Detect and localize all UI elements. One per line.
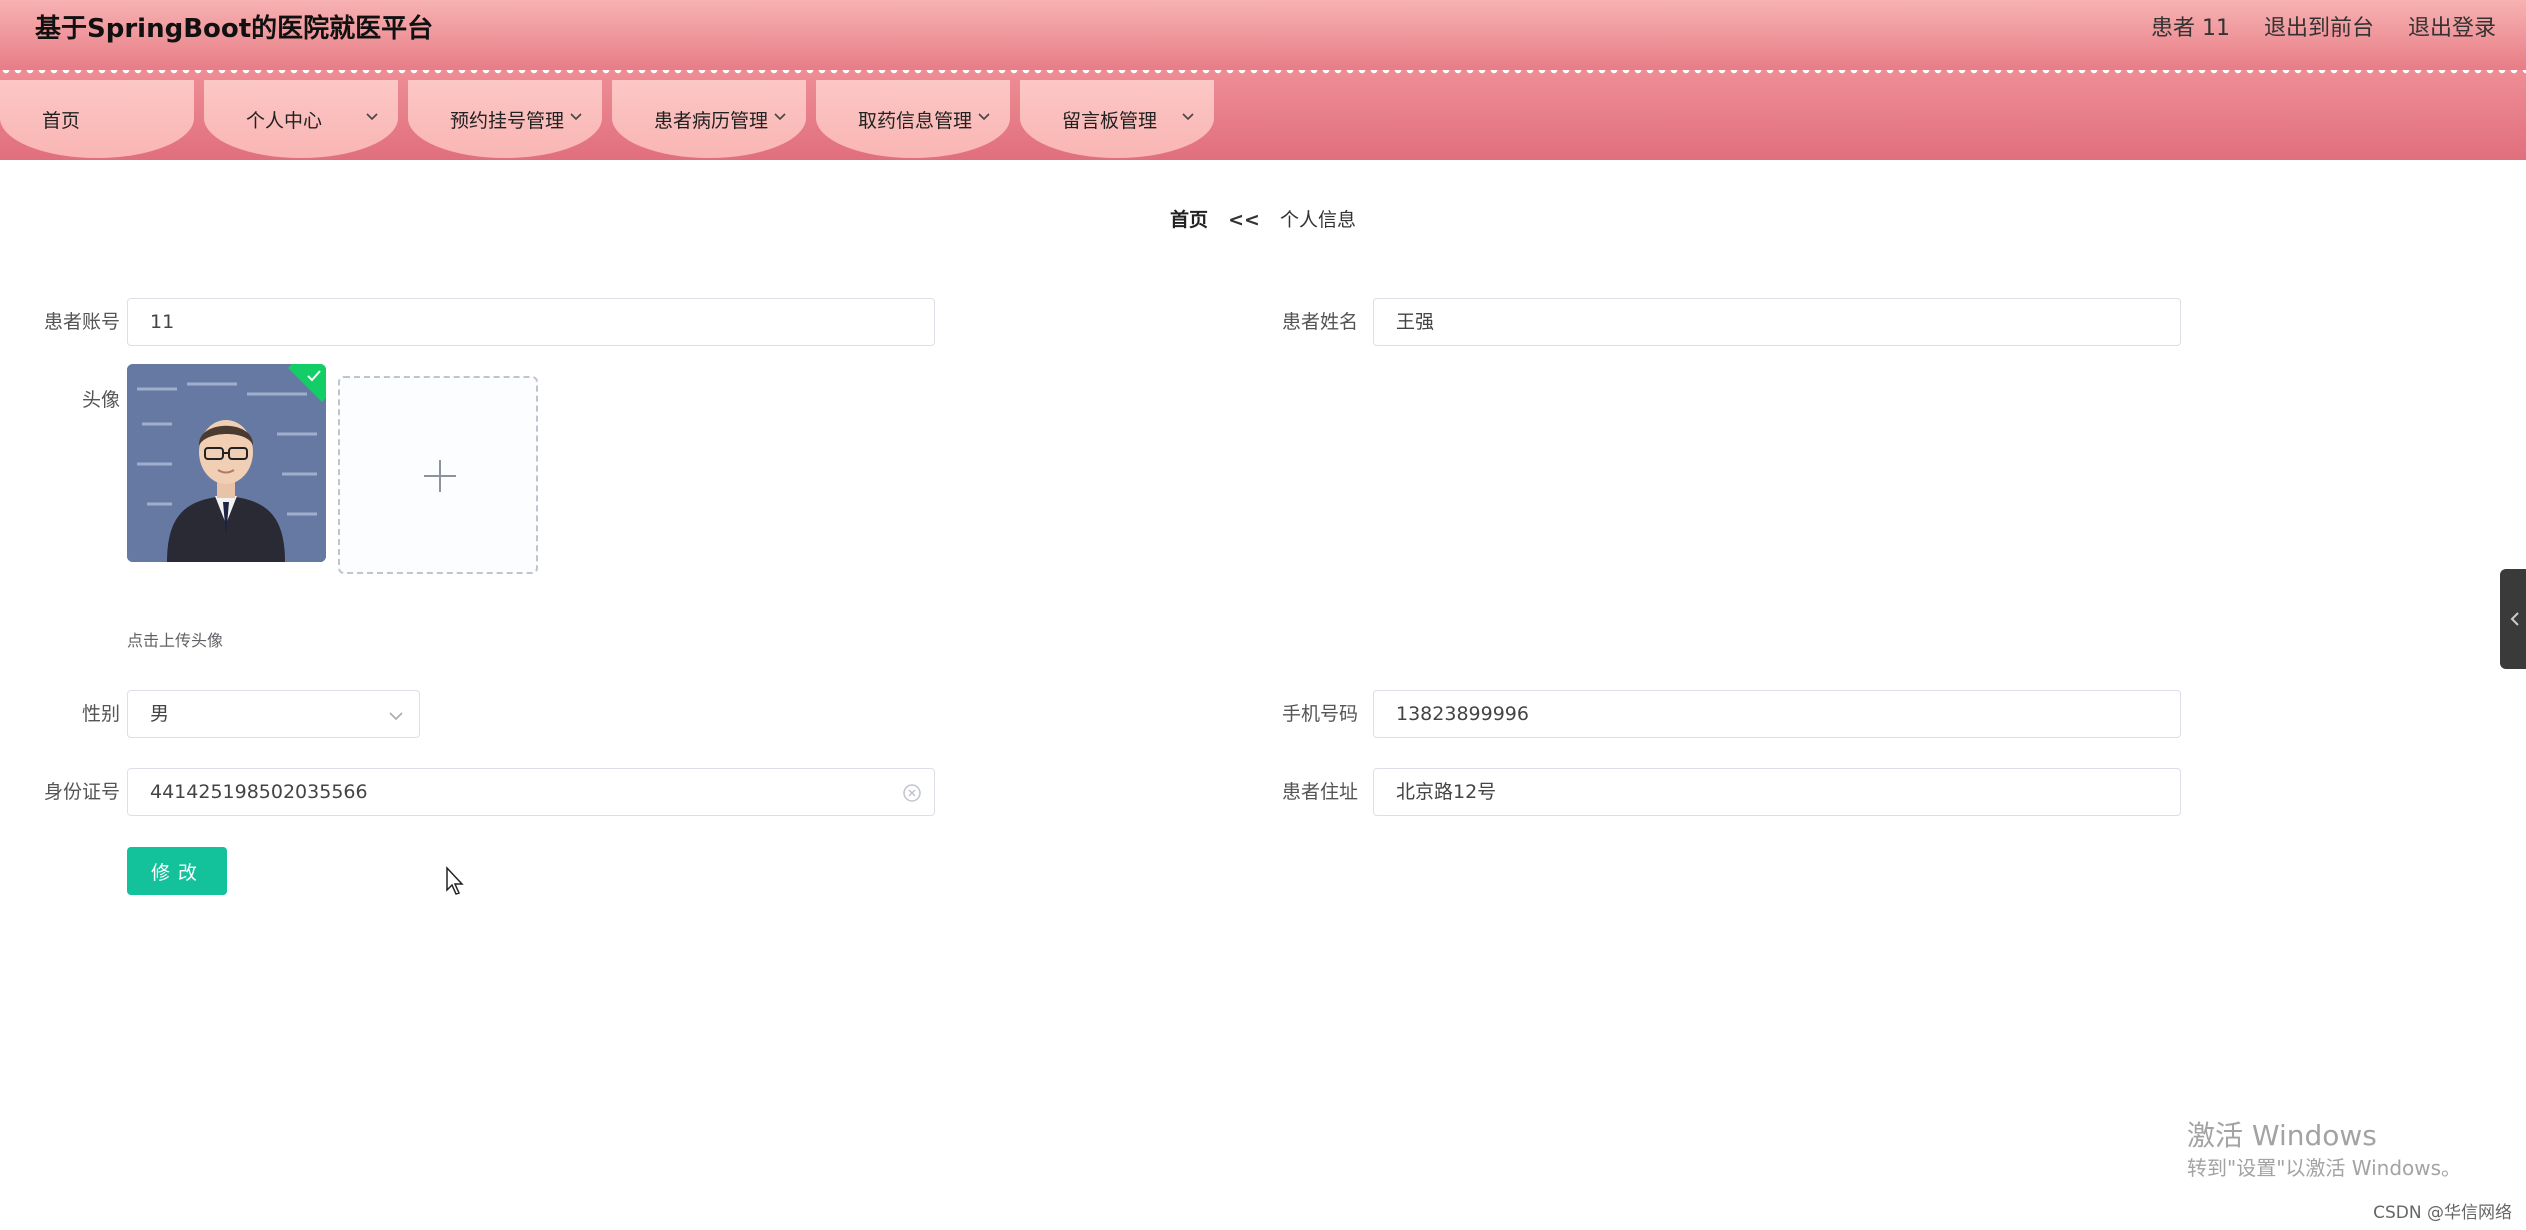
account-label: 患者账号 [43,311,120,333]
watermark-title: 激活 Windows [2187,1119,2377,1152]
id-label: 身份证号 [43,781,120,803]
name-input[interactable]: 王强 [1373,298,2181,346]
windows-activation-watermark: 激活 Windows 转到"设置"以激活 Windows。 [2187,1118,2461,1182]
nav-item-label: 个人中心 [246,109,323,132]
watermark-subtitle: 转到"设置"以激活 Windows。 [2187,1156,2462,1180]
id-input[interactable]: 441425198502035566 [127,768,935,816]
address-input[interactable]: 北京路12号 [1373,768,2181,816]
id-value: 441425198502035566 [150,781,368,803]
nav-item-label: 取药信息管理 [858,109,973,132]
top-header: 基于SpringBoot的医院就医平台 患者 11 退出到前台 退出登录 [0,0,2526,72]
phone-input[interactable]: 13823899996 [1373,690,2181,738]
chevron-down-icon [1182,113,1194,121]
nav-item-medicine[interactable]: 取药信息管理 [816,80,1010,158]
avatar-illustration [127,364,326,562]
nav-items: 首页 个人中心 预约挂号管理 患者病历管理 取药信息管理 留言板管理 [0,80,1214,158]
nav-item-label: 患者病历管理 [654,109,769,132]
name-label: 患者姓名 [1281,311,1358,333]
nav-scallop-border [0,70,2526,80]
breadcrumb-current: 个人信息 [1279,209,1356,231]
main-nav: 首页 个人中心 预约挂号管理 患者病历管理 取药信息管理 留言板管理 [0,70,2526,160]
account-value: 11 [150,311,175,333]
nav-item-medical-records[interactable]: 患者病历管理 [612,80,806,158]
nav-item-label: 预约挂号管理 [450,109,565,132]
nav-item-personal-center[interactable]: 个人中心 [204,80,398,158]
name-value: 王强 [1396,311,1435,333]
submit-button[interactable]: 修改 [127,847,227,895]
back-to-front-link[interactable]: 退出到前台 [2264,14,2374,44]
chevron-down-icon [389,712,403,721]
chevron-down-icon [774,113,786,121]
avatar-upload-button[interactable] [338,376,538,574]
avatar-label: 头像 [81,389,120,411]
nav-item-appointment[interactable]: 预约挂号管理 [408,80,602,158]
gender-select[interactable]: 男 [127,690,420,738]
site-title: 基于SpringBoot的医院就医平台 [35,14,434,44]
user-label: 患者 11 [2150,16,2230,41]
account-input[interactable]: 11 [127,298,935,346]
logout-link[interactable]: 退出登录 [2408,14,2496,44]
nav-item-label: 留言板管理 [1062,109,1158,132]
header-links: 患者 11 退出到前台 退出登录 [2151,14,2496,44]
csdn-credit: CSDN @华信网络 [2373,1203,2512,1223]
avatar-image[interactable] [127,364,326,562]
upload-tip: 点击上传头像 [127,631,224,650]
mouse-cursor-icon [446,866,464,895]
check-icon [307,370,321,382]
breadcrumb-home[interactable]: 首页 [1170,209,1208,231]
address-label: 患者住址 [1281,781,1358,803]
side-drawer-tab[interactable] [2500,569,2526,669]
breadcrumb: 首页 << 个人信息 [0,205,2526,232]
chevron-down-icon [570,113,582,121]
nav-item-label: 首页 [42,109,81,132]
circle-close-icon[interactable] [902,783,922,803]
breadcrumb-separator: << [1228,209,1260,231]
plus-icon [424,460,456,492]
nav-item-message-board[interactable]: 留言板管理 [1020,80,1214,158]
phone-value: 13823899996 [1396,703,1529,725]
phone-label: 手机号码 [1281,703,1358,725]
gender-value: 男 [150,703,170,725]
nav-item-home[interactable]: 首页 [0,80,194,158]
chevron-down-icon [366,113,378,121]
chevron-down-icon [978,113,990,121]
address-value: 北京路12号 [1396,781,1497,803]
gender-label: 性别 [81,703,120,725]
chevron-left-icon [2510,612,2519,626]
